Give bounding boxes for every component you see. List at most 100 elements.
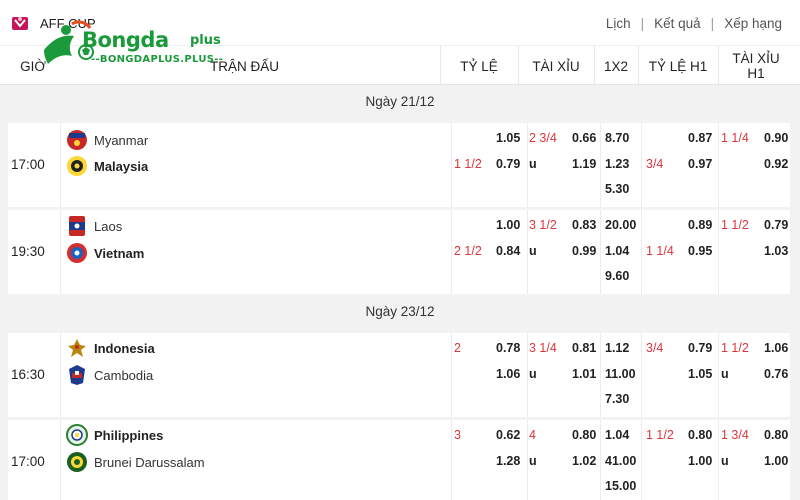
h1-handicap-away-odds[interactable]: 0.97 <box>688 157 712 171</box>
home-team[interactable]: Myanmar <box>66 129 148 151</box>
under-odds[interactable]: 0.99 <box>572 244 596 258</box>
match-time: 19:30 <box>11 244 45 259</box>
handicap-away-odds[interactable]: 1.28 <box>496 454 520 468</box>
nav-separator: | <box>640 16 645 31</box>
over-odds[interactable]: 0.80 <box>572 428 596 442</box>
match-row-indonesia-cambodia[interactable]: 16:30 Indonesia Cambodia 2 0.78 1.06 3 1… <box>8 333 790 417</box>
under-odds[interactable]: 1.02 <box>572 454 596 468</box>
h1-over-odds[interactable]: 1.06 <box>764 341 788 355</box>
home-win-odds[interactable]: 20.00 <box>605 218 636 232</box>
h1-handicap-home-odds[interactable]: 0.87 <box>688 131 712 145</box>
draw-odds[interactable]: 9.60 <box>605 269 629 283</box>
match-row-philippines-brunei[interactable]: 17:00 Philippines Brunei Darussalam 3 0.… <box>8 420 790 500</box>
match-time: 17:00 <box>11 157 45 172</box>
away-win-odds[interactable]: 1.23 <box>605 157 629 171</box>
brand-subtitle: --BONGDAPLUS.PLUS-- <box>91 54 224 65</box>
handicap-home-odds[interactable]: 1.00 <box>496 218 520 232</box>
brand-plus: plus <box>190 33 221 48</box>
nav-standings-link[interactable]: Xếp hạng <box>724 16 782 31</box>
day-header: Ngày 21/12 <box>365 93 435 109</box>
home-win-odds[interactable]: 1.04 <box>605 428 629 442</box>
handicap-line: 2 1/2 <box>454 244 482 258</box>
under-odds[interactable]: 1.01 <box>572 367 596 381</box>
under-label: u <box>529 454 537 468</box>
h1-handicap-home-odds[interactable]: 0.80 <box>688 428 712 442</box>
h1-under-odds[interactable]: 1.00 <box>764 454 788 468</box>
under-odds[interactable]: 1.19 <box>572 157 596 171</box>
brand-wordmark: Bongda <box>82 28 169 52</box>
home-team[interactable]: Philippines <box>66 424 163 446</box>
handicap-home-odds[interactable]: 1.05 <box>496 131 520 145</box>
brunei-flag-icon <box>67 452 87 472</box>
home-team[interactable]: Laos <box>66 215 122 237</box>
handicap-line: 3 <box>454 428 461 442</box>
handicap-home-odds[interactable]: 0.78 <box>496 341 520 355</box>
away-team-name: Malaysia <box>94 158 149 174</box>
h1-under-label: u <box>721 367 729 381</box>
h1-under-odds[interactable]: 0.92 <box>764 157 788 171</box>
h1-handicap-away-odds[interactable]: 1.00 <box>688 454 712 468</box>
draw-odds[interactable]: 15.00 <box>605 479 636 493</box>
away-team[interactable]: Vietnam <box>66 242 144 264</box>
cambodia-flag-icon <box>69 365 85 385</box>
nav-schedule-link[interactable]: Lịch <box>606 16 631 31</box>
over-odds[interactable]: 0.83 <box>572 218 596 232</box>
h1-handicap-line: 1 1/4 <box>646 244 674 258</box>
away-team[interactable]: Brunei Darussalam <box>66 451 205 473</box>
h1-under-odds[interactable]: 1.03 <box>764 244 788 258</box>
philippines-flag-icon <box>66 424 88 446</box>
h1-over-odds[interactable]: 0.80 <box>764 428 788 442</box>
away-win-odds[interactable]: 41.00 <box>605 454 636 468</box>
h1-overunder-line: 1 1/4 <box>721 131 749 145</box>
h1-over-odds[interactable]: 0.90 <box>764 131 788 145</box>
match-row-myanmar-malaysia[interactable]: 17:00 Myanmar Malaysia 1 1/2 1.05 0.79 2… <box>8 123 790 207</box>
match-time: 16:30 <box>11 367 45 382</box>
header-1x2: 1X2 <box>603 58 629 74</box>
h1-handicap-away-odds[interactable]: 0.95 <box>688 244 712 258</box>
handicap-away-odds[interactable]: 0.79 <box>496 157 520 171</box>
indonesia-flag-icon <box>68 339 86 357</box>
home-team[interactable]: Indonesia <box>66 337 155 359</box>
handicap-home-odds[interactable]: 0.62 <box>496 428 520 442</box>
handicap-away-odds[interactable]: 1.06 <box>496 367 520 381</box>
home-win-odds[interactable]: 1.12 <box>605 341 629 355</box>
h1-handicap-line: 3/4 <box>646 341 664 355</box>
h1-overunder-line: 1 3/4 <box>721 428 749 442</box>
over-odds[interactable]: 0.81 <box>572 341 596 355</box>
handicap-line: 2 <box>454 341 461 355</box>
h1-handicap-away-odds[interactable]: 1.05 <box>688 367 712 381</box>
under-label: u <box>529 157 537 171</box>
overunder-line: 3 1/4 <box>529 341 557 355</box>
vietnam-flag-icon <box>67 243 87 263</box>
overunder-line: 2 3/4 <box>529 131 557 145</box>
under-label: u <box>529 367 537 381</box>
away-win-odds[interactable]: 11.00 <box>605 367 636 381</box>
home-team-name: Laos <box>94 218 123 234</box>
h1-handicap-home-odds[interactable]: 0.79 <box>688 341 712 355</box>
handicap-line: 1 1/2 <box>454 157 482 171</box>
handicap-away-odds[interactable]: 0.84 <box>496 244 520 258</box>
overunder-line: 3 1/2 <box>529 218 557 232</box>
h1-handicap-line: 3/4 <box>646 157 664 171</box>
away-win-odds[interactable]: 1.04 <box>605 244 629 258</box>
over-odds[interactable]: 0.66 <box>572 131 596 145</box>
home-win-odds[interactable]: 8.70 <box>605 131 629 145</box>
away-team[interactable]: Malaysia <box>66 155 148 177</box>
under-label: u <box>529 244 537 258</box>
header-handicap-h1: TỶ LỆ H1 <box>648 58 708 74</box>
overunder-line: 4 <box>529 428 536 442</box>
away-team-name: Vietnam <box>94 245 145 261</box>
nav-results-link[interactable]: Kết quả <box>654 16 701 31</box>
match-row-laos-vietnam[interactable]: 19:30 Laos Vietnam 2 1/2 1.00 0.84 3 1/2… <box>8 210 790 294</box>
nav-separator: | <box>710 16 715 31</box>
h1-under-label: u <box>721 454 729 468</box>
header-overunder-h1-line1: TÀI XỈU <box>732 51 780 66</box>
h1-handicap-home-odds[interactable]: 0.89 <box>688 218 712 232</box>
draw-odds[interactable]: 7.30 <box>605 392 629 406</box>
h1-overunder-line: 1 1/2 <box>721 218 749 232</box>
h1-under-odds[interactable]: 0.76 <box>764 367 788 381</box>
h1-over-odds[interactable]: 0.79 <box>764 218 788 232</box>
away-team[interactable]: Cambodia <box>66 364 153 386</box>
draw-odds[interactable]: 5.30 <box>605 182 629 196</box>
day-header: Ngày 23/12 <box>365 303 435 319</box>
